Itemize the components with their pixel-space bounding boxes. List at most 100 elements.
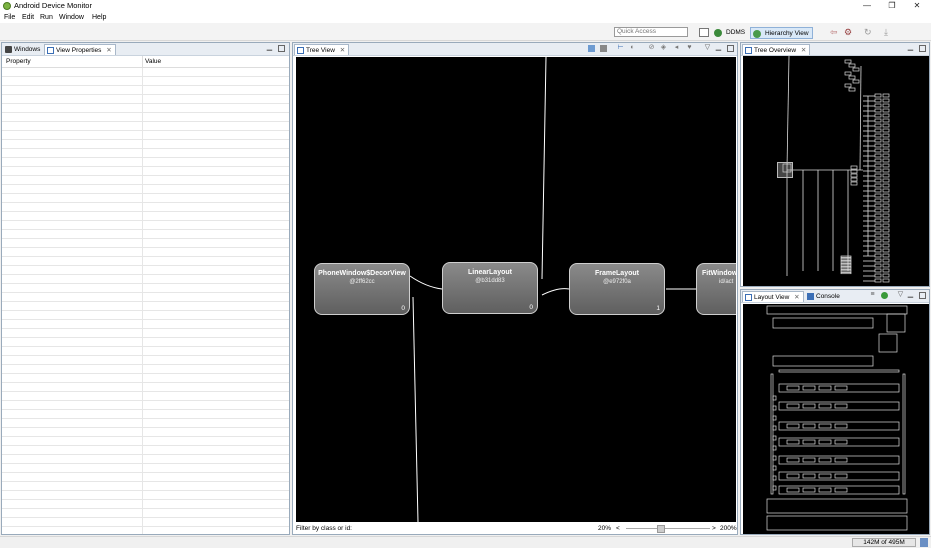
table-row[interactable] [2, 68, 289, 77]
table-row[interactable] [2, 365, 289, 374]
tree-canvas[interactable]: PhoneWindow$DecorView @2ff62cc 0 LinearL… [296, 57, 736, 522]
open-perspective-icon[interactable] [699, 28, 709, 37]
minimize-view-icon[interactable]: ▁ [907, 44, 914, 52]
tools-icon[interactable]: ⚙ [844, 28, 854, 37]
table-row[interactable] [2, 158, 289, 167]
perspective-hierarchy-view[interactable]: Hierarchy View [750, 27, 813, 39]
table-row[interactable] [2, 491, 289, 500]
zoom-slider-track[interactable] [626, 528, 710, 529]
overview-viewport-box[interactable] [777, 162, 793, 178]
filter-input[interactable] [352, 524, 592, 533]
display-view-icon[interactable]: ⊢ [617, 44, 624, 52]
tab-console[interactable]: Console [805, 291, 843, 302]
table-row[interactable] [2, 356, 289, 365]
menu-edit[interactable]: Edit [22, 13, 34, 22]
column-value[interactable]: Value [145, 58, 161, 65]
table-row[interactable] [2, 455, 289, 464]
table-row[interactable] [2, 446, 289, 455]
table-row[interactable] [2, 176, 289, 185]
menu-file[interactable]: File [4, 13, 15, 22]
table-row[interactable] [2, 185, 289, 194]
minimize-button[interactable]: — [855, 0, 879, 12]
column-property[interactable]: Property [6, 58, 31, 65]
table-row[interactable] [2, 410, 289, 419]
table-row[interactable] [2, 482, 289, 491]
profile-nodes-icon[interactable]: ◂ [673, 44, 680, 52]
maximize-button[interactable]: ❐ [880, 0, 904, 12]
maximize-view-icon[interactable] [727, 45, 734, 52]
minimize-view-icon[interactable]: ▁ [715, 44, 722, 52]
tab-tree-view[interactable]: Tree View ✕ [294, 44, 350, 55]
view-menu-icon[interactable]: ▽ [704, 44, 711, 52]
load-icon[interactable]: ⤓ [884, 28, 894, 37]
table-row[interactable] [2, 374, 289, 383]
table-row[interactable] [2, 266, 289, 275]
view-menu-icon[interactable]: ▽ [897, 291, 904, 299]
table-row[interactable] [2, 257, 289, 266]
table-row[interactable] [2, 140, 289, 149]
close-tab-icon[interactable]: ✕ [340, 47, 345, 54]
table-row[interactable] [2, 500, 289, 509]
menu-run[interactable]: Run [40, 13, 53, 22]
table-row[interactable] [2, 194, 289, 203]
close-tab-icon[interactable]: ✕ [794, 294, 799, 301]
table-row[interactable] [2, 239, 289, 248]
dump-displaylist-icon[interactable]: ◈ [660, 44, 667, 52]
tab-layout-view[interactable]: Layout View ✕ [742, 291, 804, 302]
tab-view-properties[interactable]: View Properties ✕ [44, 44, 116, 55]
table-row[interactable] [2, 122, 289, 131]
layout-options-icon[interactable]: ≡ [869, 291, 876, 299]
table-row[interactable] [2, 149, 289, 158]
table-row[interactable] [2, 392, 289, 401]
close-tab-icon[interactable]: ✕ [106, 47, 111, 54]
table-row[interactable] [2, 77, 289, 86]
minimize-view-icon[interactable]: ▁ [907, 291, 914, 299]
table-row[interactable] [2, 383, 289, 392]
perspective-ddms[interactable]: DDMS [712, 27, 748, 39]
invalidate-layout-icon[interactable]: ◐ [629, 44, 636, 52]
table-row[interactable] [2, 347, 289, 356]
table-row[interactable] [2, 104, 289, 113]
zoom-left-arrow[interactable]: < [616, 524, 620, 534]
table-row[interactable] [2, 338, 289, 347]
back-icon[interactable]: ⇦ [830, 28, 840, 37]
maximize-view-icon[interactable] [919, 45, 926, 52]
maximize-view-icon[interactable] [278, 45, 285, 52]
maximize-view-icon[interactable] [919, 292, 926, 299]
layout-canvas[interactable] [743, 304, 929, 534]
overview-canvas[interactable] [743, 56, 929, 286]
zoom-right-arrow[interactable]: > [712, 524, 716, 534]
table-row[interactable] [2, 275, 289, 284]
quick-access-input[interactable] [614, 27, 688, 37]
table-row[interactable] [2, 302, 289, 311]
table-row[interactable] [2, 518, 289, 527]
tab-tree-overview[interactable]: Tree Overview ✕ [742, 44, 811, 55]
tree-node-framelayout[interactable]: FrameLayout @e972f0a 1 [569, 263, 665, 315]
menu-help[interactable]: Help [92, 13, 106, 22]
table-row[interactable] [2, 293, 289, 302]
table-row[interactable] [2, 464, 289, 473]
table-row[interactable] [2, 401, 289, 410]
table-row[interactable] [2, 86, 289, 95]
garbage-collect-icon[interactable] [920, 538, 928, 547]
tree-node-linearlayout[interactable]: LinearLayout @b31dd83 0 [442, 262, 538, 314]
table-row[interactable] [2, 428, 289, 437]
refresh-icon[interactable]: ↻ [864, 28, 874, 37]
table-row[interactable] [2, 131, 289, 140]
table-row[interactable] [2, 95, 289, 104]
load-view-icon[interactable]: ♥ [686, 44, 693, 52]
request-layout-icon[interactable]: ⊘ [648, 44, 655, 52]
table-row[interactable] [2, 419, 289, 428]
tree-node-fitwindow[interactable]: FitWindow id/act [696, 263, 736, 315]
zoom-slider-thumb[interactable] [657, 525, 665, 533]
table-row[interactable] [2, 437, 289, 446]
table-row[interactable] [2, 212, 289, 221]
save-png-icon[interactable] [588, 45, 595, 52]
minimize-view-icon[interactable]: ▁ [266, 44, 273, 52]
close-tab-icon[interactable]: ✕ [801, 47, 806, 54]
table-row[interactable] [2, 320, 289, 329]
heap-status[interactable]: 142M of 495M [852, 538, 916, 547]
table-row[interactable] [2, 221, 289, 230]
table-row[interactable] [2, 311, 289, 320]
table-row[interactable] [2, 473, 289, 482]
